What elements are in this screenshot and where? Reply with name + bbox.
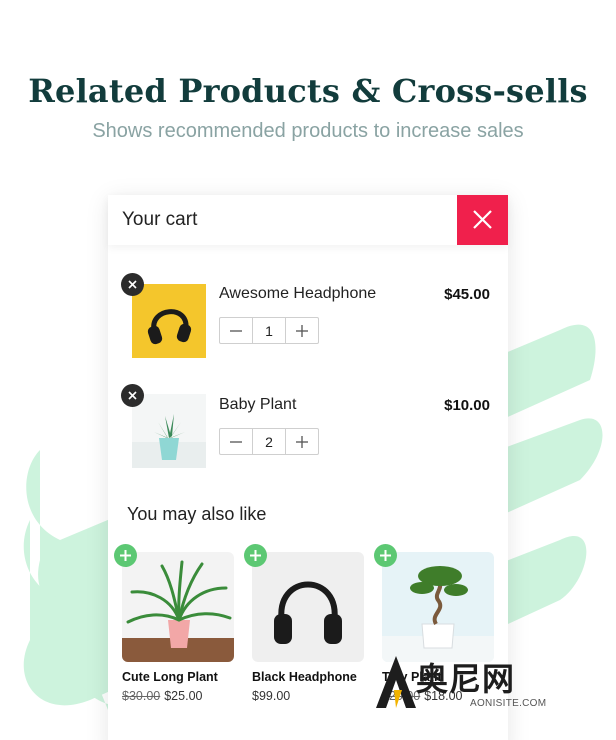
close-icon	[128, 391, 137, 400]
quantity-increment-button[interactable]	[286, 318, 318, 343]
add-to-cart-button[interactable]	[374, 544, 397, 567]
recommended-product-prices: $99.00	[252, 689, 290, 703]
bonsai-image	[382, 552, 494, 662]
watermark-a-icon	[376, 656, 416, 708]
cart-item-price: $45.00	[444, 286, 490, 303]
cart-item: Baby Plant $10.00 2	[108, 384, 508, 474]
cart-item-name: Baby Plant	[219, 396, 297, 413]
minus-icon	[230, 440, 243, 443]
quantity-stepper: 1	[219, 317, 319, 344]
cart-header: Your cart	[108, 195, 508, 245]
plus-icon	[380, 550, 391, 561]
add-to-cart-button[interactable]	[244, 544, 267, 567]
recommended-product-name: Black Headphone	[252, 670, 357, 684]
page-title: Related Products & Cross-sells	[28, 72, 588, 110]
watermark-url: AONISITE.COM	[470, 698, 547, 709]
plus-icon	[250, 550, 261, 561]
quantity-stepper: 2	[219, 428, 319, 455]
quantity-decrement-button[interactable]	[220, 429, 252, 454]
plus-icon	[295, 324, 308, 337]
cart-item-name: Awesome Headphone	[219, 285, 377, 302]
quantity-input[interactable]: 1	[252, 318, 286, 343]
sale-price: $99.00	[252, 689, 291, 703]
add-to-cart-button[interactable]	[114, 544, 137, 567]
plus-icon	[295, 435, 308, 448]
close-icon	[128, 280, 137, 289]
remove-item-button[interactable]	[121, 273, 144, 296]
recommendations-title: You may also like	[127, 504, 267, 524]
watermark-logo: 奥尼网 AONISITE.COM	[374, 650, 594, 716]
black-headphone-image	[252, 552, 364, 662]
minus-icon	[230, 329, 243, 332]
cart-title: Your cart	[122, 209, 198, 230]
recommended-product-card[interactable]: Black Headphone $99.00	[244, 544, 364, 712]
remove-item-button[interactable]	[121, 384, 144, 407]
fern-pink-pot-image	[122, 552, 234, 662]
quantity-decrement-button[interactable]	[220, 318, 252, 343]
close-cart-button[interactable]	[457, 195, 508, 245]
recommended-product-card[interactable]: Cute Long Plant $30.00 $25.00	[114, 544, 234, 712]
sale-price: $25.00	[164, 689, 203, 703]
quantity-increment-button[interactable]	[286, 429, 318, 454]
cart-item: Awesome Headphone $45.00 1	[108, 273, 508, 363]
original-price: $30.00	[122, 689, 161, 703]
close-icon	[473, 210, 492, 229]
recommended-product-prices: $30.00 $25.00	[122, 689, 202, 703]
cart-item-price: $10.00	[444, 397, 490, 414]
page-subtitle: Shows recommended products to increase s…	[92, 120, 524, 142]
plus-icon	[120, 550, 131, 561]
watermark-text: 奥尼网	[416, 660, 516, 698]
quantity-input[interactable]: 2	[252, 429, 286, 454]
recommended-product-name: Cute Long Plant	[122, 670, 218, 684]
